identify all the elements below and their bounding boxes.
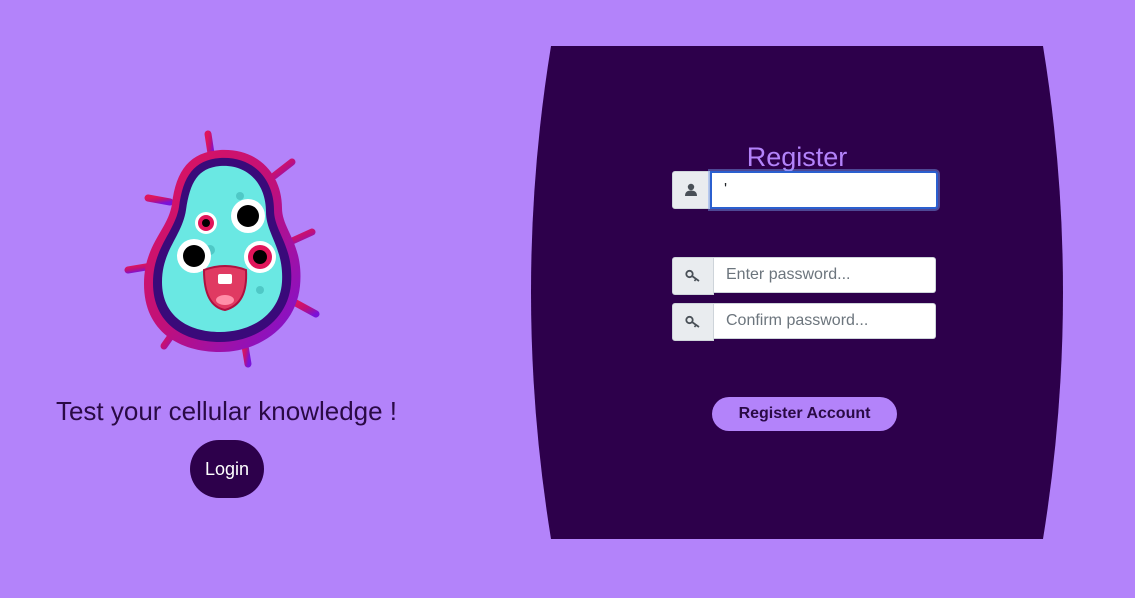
password-group [672, 257, 936, 295]
page: Test your cellular knowledge ! Login Reg… [0, 0, 1135, 598]
key-icon [672, 303, 714, 341]
germ-mascot-icon [124, 130, 320, 368]
tagline: Test your cellular knowledge ! [55, 396, 398, 426]
confirm-password-input[interactable] [714, 303, 936, 339]
password-input[interactable] [714, 257, 936, 293]
confirm-password-group [672, 303, 936, 341]
login-button[interactable]: Login [190, 440, 264, 498]
key-icon [672, 257, 714, 295]
user-icon [672, 171, 710, 209]
username-group [672, 171, 938, 209]
username-input[interactable] [710, 171, 938, 209]
register-title: Register [746, 142, 848, 172]
register-card: Register Register Account [511, 46, 1083, 539]
register-account-button[interactable]: Register Account [712, 397, 897, 431]
